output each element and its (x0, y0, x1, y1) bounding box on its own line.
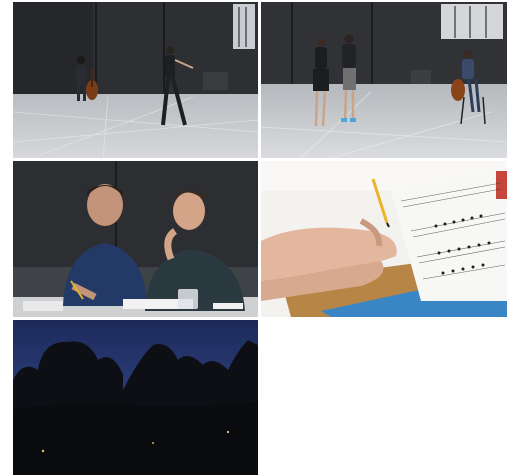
gallery-tile-3[interactable] (13, 161, 258, 317)
gallery-tile-5[interactable] (13, 320, 258, 475)
photo-two-people-writing-icon (13, 161, 258, 317)
photo-tree-silhouettes-at-dusk-icon (13, 320, 258, 475)
gallery-tile-4[interactable] (261, 161, 507, 317)
photo-two-dancers-and-cellist-icon (261, 2, 507, 158)
photo-cellist-and-dancer-icon (13, 2, 258, 158)
gallery-tile-1[interactable] (13, 2, 258, 158)
photo-hand-annotating-sheet-music-icon (261, 161, 507, 317)
gallery-tile-2[interactable] (261, 2, 507, 158)
